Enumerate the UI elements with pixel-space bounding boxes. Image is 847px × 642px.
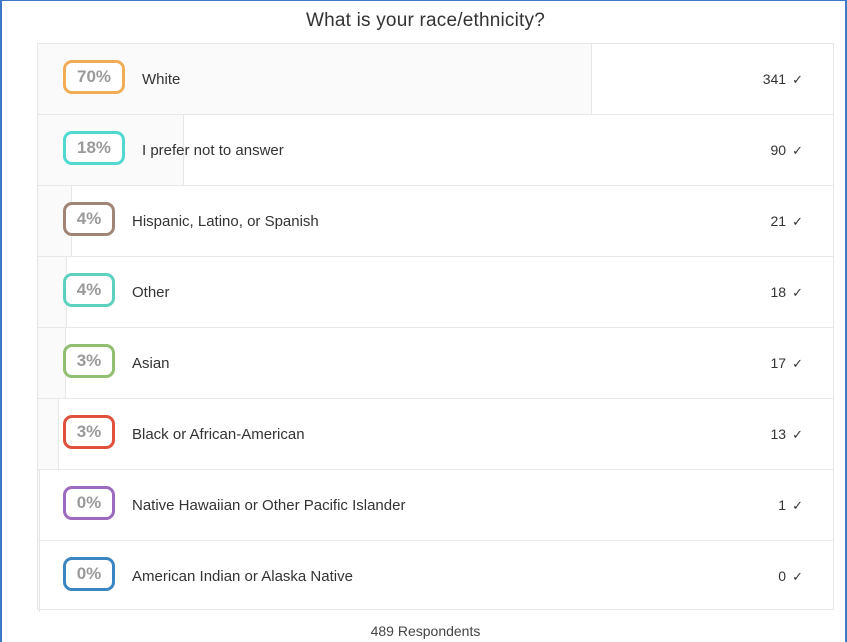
check-icon: ✓ bbox=[792, 427, 803, 442]
answer-count: 17 ✓ bbox=[771, 328, 803, 399]
answer-count: 0 ✓ bbox=[778, 541, 803, 612]
percent-badge: 0% bbox=[63, 486, 115, 520]
result-row[interactable]: 70% White 341 ✓ bbox=[38, 44, 833, 115]
count-value: 90 bbox=[770, 142, 787, 158]
percent-badge: 0% bbox=[63, 557, 115, 591]
results-list: 70% White 341 ✓ 18% I prefer not to answer 90 ✓… bbox=[37, 43, 834, 612]
result-bar bbox=[38, 399, 59, 469]
answer-label: Native Hawaiian or Other Pacific Islande… bbox=[132, 497, 406, 514]
check-icon: ✓ bbox=[792, 72, 803, 87]
answer-label: I prefer not to answer bbox=[142, 142, 284, 159]
count-value: 341 bbox=[762, 71, 787, 87]
result-row[interactable]: 18% I prefer not to answer 90 ✓ bbox=[38, 115, 833, 186]
percent-badge: 4% bbox=[63, 202, 115, 236]
respondents-count: 489 Respondents bbox=[370, 623, 481, 639]
check-icon: ✓ bbox=[792, 356, 803, 371]
answer-count: 90 ✓ bbox=[771, 115, 803, 186]
check-icon: ✓ bbox=[792, 143, 803, 158]
survey-results-panel: What is your race/ethnicity? 70% White 341… bbox=[0, 0, 847, 642]
result-row[interactable]: 3% Asian 17 ✓ bbox=[38, 328, 833, 399]
percent-badge: 18% bbox=[63, 131, 125, 165]
check-icon: ✓ bbox=[792, 214, 803, 229]
result-row[interactable]: 0% Native Hawaiian or Other Pacific Islan… bbox=[38, 470, 833, 541]
answer-label: Asian bbox=[132, 355, 170, 372]
check-icon: ✓ bbox=[792, 498, 803, 513]
result-bar bbox=[38, 470, 40, 540]
count-value: 21 bbox=[770, 213, 787, 229]
answer-count: 18 ✓ bbox=[771, 257, 803, 328]
answer-label: White bbox=[142, 71, 181, 88]
count-value: 18 bbox=[770, 284, 787, 300]
answer-count: 13 ✓ bbox=[771, 399, 803, 470]
result-row[interactable]: 3% Black or African-American 13 ✓ bbox=[38, 399, 833, 470]
result-row[interactable]: 4% Other 18 ✓ bbox=[38, 257, 833, 328]
count-value: 1 bbox=[778, 497, 787, 513]
result-bar bbox=[38, 328, 66, 398]
question-title: What is your race/ethnicity? bbox=[306, 10, 545, 31]
answer-label: Black or African-American bbox=[132, 426, 305, 443]
result-row[interactable]: 4% Hispanic, Latino, or Spanish 21 ✓ bbox=[38, 186, 833, 257]
percent-badge: 3% bbox=[63, 415, 115, 449]
answer-label: American Indian or Alaska Native bbox=[132, 568, 353, 585]
count-value: 13 bbox=[770, 426, 787, 442]
percent-badge: 4% bbox=[63, 273, 115, 307]
answer-count: 21 ✓ bbox=[771, 186, 803, 257]
answer-label: Other bbox=[132, 284, 170, 301]
answer-count: 341 ✓ bbox=[763, 44, 803, 115]
percent-badge: 3% bbox=[63, 344, 115, 378]
check-icon: ✓ bbox=[792, 285, 803, 300]
percent-badge: 70% bbox=[63, 60, 125, 94]
check-icon: ✓ bbox=[792, 569, 803, 584]
result-bar bbox=[38, 541, 40, 612]
answer-count: 1 ✓ bbox=[778, 470, 803, 541]
count-value: 17 bbox=[770, 355, 787, 371]
result-row[interactable]: 0% American Indian or Alaska Native 0 ✓ bbox=[38, 541, 833, 612]
count-value: 0 bbox=[778, 568, 787, 584]
answer-label: Hispanic, Latino, or Spanish bbox=[132, 213, 319, 230]
